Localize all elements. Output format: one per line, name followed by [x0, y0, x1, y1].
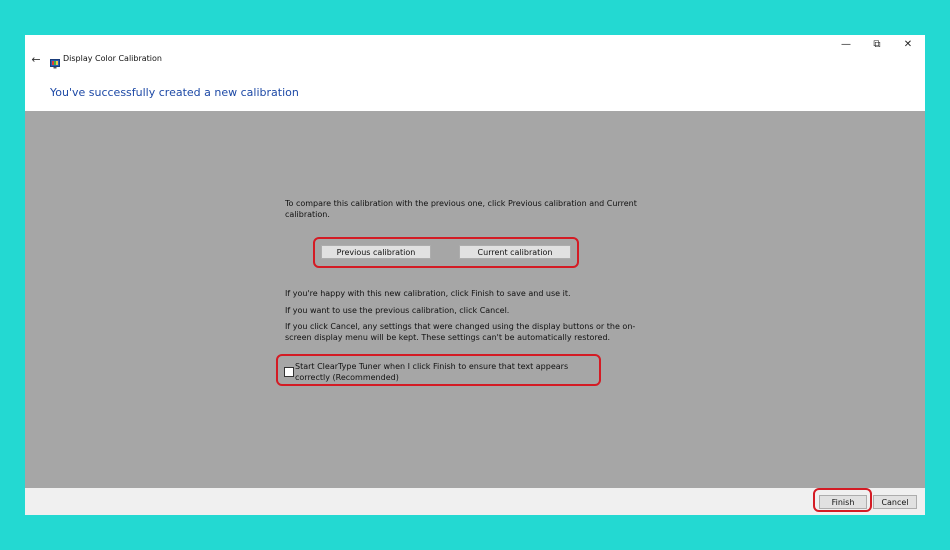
finish-instructions: If you're happy with this new calibratio…: [285, 289, 571, 298]
page-title: You've successfully created a new calibr…: [50, 86, 299, 99]
title-bar: ← Display Color Calibration — ⧉ ✕: [25, 35, 925, 81]
app-title: Display Color Calibration: [63, 54, 162, 63]
minimize-button[interactable]: —: [837, 38, 855, 52]
maximize-button[interactable]: ⧉: [868, 38, 886, 52]
monitor-color-icon: [50, 54, 60, 69]
cleartype-label[interactable]: Start ClearType Tuner when I click Finis…: [295, 361, 595, 383]
content-panel: To compare this calibration with the pre…: [25, 111, 925, 488]
previous-calibration-button[interactable]: Previous calibration: [321, 245, 431, 259]
current-calibration-button[interactable]: Current calibration: [459, 245, 571, 259]
close-button[interactable]: ✕: [899, 38, 917, 52]
back-arrow-icon[interactable]: ←: [29, 53, 43, 67]
footer-bar: [25, 488, 925, 515]
cancel-instructions: If you want to use the previous calibrat…: [285, 306, 510, 315]
compare-instructions: To compare this calibration with the pre…: [285, 199, 637, 219]
calibration-window: ← Display Color Calibration — ⧉ ✕ You've…: [25, 35, 925, 515]
finish-button[interactable]: Finish: [819, 495, 867, 509]
cleartype-checkbox[interactable]: [284, 367, 294, 377]
cancel-note: If you click Cancel, any settings that w…: [285, 322, 636, 342]
cancel-button[interactable]: Cancel: [873, 495, 917, 509]
